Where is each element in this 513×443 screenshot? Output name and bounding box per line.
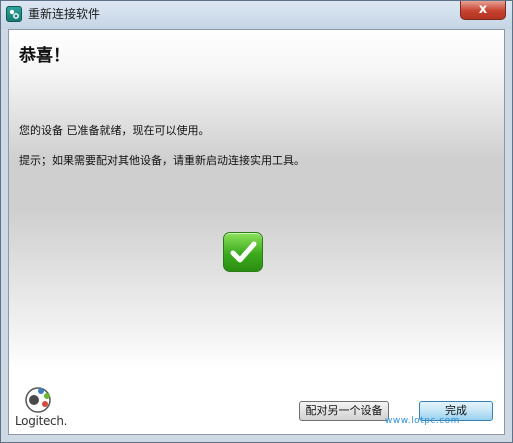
ready-message: 您的设备 已准备就绪，现在可以使用。 (19, 124, 210, 137)
page-heading: 恭喜！ (19, 46, 70, 66)
dialog-window: 重新连接软件 x 恭喜！ 您的设备 已准备就绪，现在可以使用。 提示；如果需要配… (0, 0, 513, 443)
content-panel: 恭喜！ 您的设备 已准备就绪，现在可以使用。 提示；如果需要配对其他设备，请重新… (8, 29, 505, 435)
checkmark-icon (223, 232, 263, 272)
hint-message: 提示；如果需要配对其他设备，请重新启动连接实用工具。 (19, 154, 305, 167)
logitech-logo-icon (21, 382, 55, 418)
app-icon (6, 6, 22, 22)
watermark-text: www.lotpc.com (385, 416, 460, 426)
title-bar[interactable]: 重新连接软件 x (1, 1, 512, 29)
pair-another-device-button[interactable]: 配对另一个设备 (299, 401, 389, 421)
logitech-logo-text: Logitech. (15, 414, 68, 428)
window-title: 重新连接软件 (28, 7, 101, 21)
close-button[interactable]: x (460, 1, 506, 20)
